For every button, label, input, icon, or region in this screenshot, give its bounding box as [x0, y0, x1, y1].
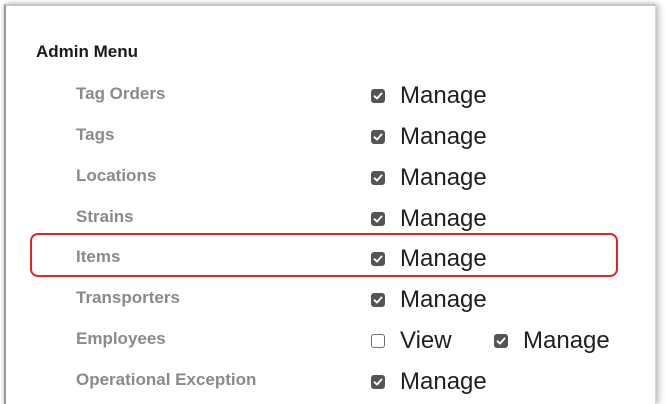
permission-row-operational-exception: Operational Exception Manage — [6, 362, 658, 402]
option-label: Manage — [523, 327, 610, 354]
checkbox-checked-icon[interactable] — [371, 130, 385, 144]
row-label: Transporters — [76, 288, 180, 307]
locations-manage-option[interactable]: Manage — [371, 158, 487, 198]
employees-manage-option[interactable]: Manage — [494, 321, 610, 361]
permission-row-locations: Locations Manage — [6, 158, 658, 198]
checkbox-checked-icon[interactable] — [371, 212, 385, 226]
permission-row-strains: Strains Manage — [6, 199, 658, 239]
tags-manage-option[interactable]: Manage — [371, 117, 487, 157]
permission-row-transporters: Transporters Manage — [6, 280, 658, 320]
option-label: Manage — [400, 205, 487, 232]
tag-orders-manage-option[interactable]: Manage — [371, 76, 487, 116]
option-label: Manage — [400, 286, 487, 313]
option-label: Manage — [400, 368, 487, 395]
checkbox-checked-icon[interactable] — [371, 252, 385, 266]
items-manage-option[interactable]: Manage — [371, 239, 487, 279]
checkbox-checked-icon[interactable] — [371, 89, 385, 103]
permission-row-employees: Employees View Manage — [6, 321, 658, 361]
row-label: Operational Exception — [76, 370, 257, 389]
checkbox-checked-icon[interactable] — [494, 334, 508, 348]
checkbox-checked-icon[interactable] — [371, 293, 385, 307]
strains-manage-option[interactable]: Manage — [371, 199, 487, 239]
row-label: Tags — [76, 125, 115, 144]
option-label: Manage — [400, 123, 487, 150]
admin-menu-panel: Admin Menu Tag Orders Manage Tags Manage… — [4, 4, 656, 404]
panel-title: Admin Menu — [36, 42, 138, 61]
checkbox-checked-icon[interactable] — [371, 375, 385, 389]
checkbox-unchecked-icon[interactable] — [371, 334, 385, 348]
transporters-manage-option[interactable]: Manage — [371, 280, 487, 320]
row-label: Tag Orders — [76, 84, 166, 103]
option-label: Manage — [400, 164, 487, 191]
row-label: Employees — [76, 329, 166, 348]
employees-view-option[interactable]: View — [371, 321, 452, 361]
row-label: Strains — [76, 207, 134, 226]
checkbox-checked-icon[interactable] — [371, 171, 385, 185]
row-label: Locations — [76, 166, 157, 185]
permission-row-items: Items Manage — [6, 239, 658, 279]
option-label: View — [400, 327, 452, 354]
option-label: Manage — [400, 245, 487, 272]
option-label: Manage — [400, 82, 487, 109]
row-label: Items — [76, 247, 121, 266]
permission-row-tag-orders: Tag Orders Manage — [6, 76, 658, 116]
operational-exception-manage-option[interactable]: Manage — [371, 362, 487, 402]
permission-row-tags: Tags Manage — [6, 117, 658, 157]
